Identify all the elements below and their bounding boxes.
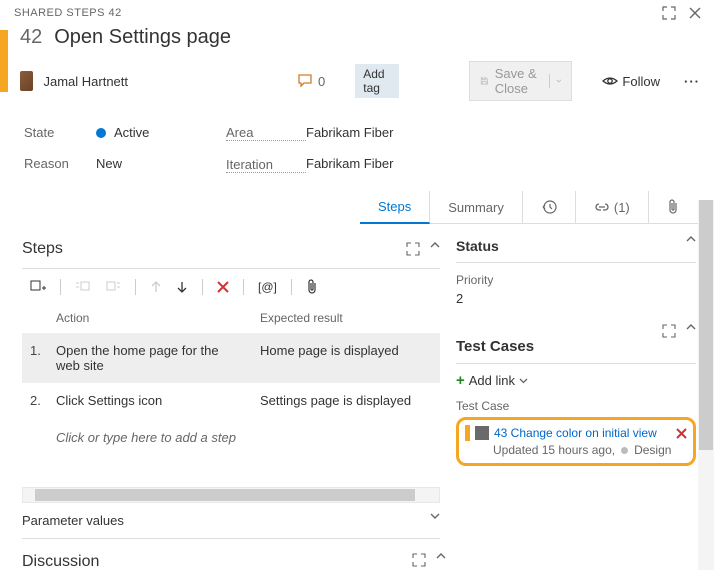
col-expected: Expected result [260, 311, 343, 325]
tab-steps[interactable]: Steps [360, 191, 430, 224]
priority-label: Priority [456, 263, 696, 287]
add-tag-button[interactable]: Add tag [355, 64, 399, 98]
step-expected[interactable]: Settings page is displayed [260, 393, 432, 408]
work-item-title[interactable]: Open Settings page [54, 26, 231, 49]
discussion-expand-icon[interactable] [412, 553, 426, 571]
add-link-button[interactable]: + Add link [456, 364, 696, 397]
chevron-down-icon [556, 78, 562, 84]
step-row[interactable]: 1. Open the home page for the web site H… [22, 333, 440, 383]
status-title: Status [456, 236, 499, 254]
tab-history[interactable] [523, 191, 576, 223]
avatar [20, 71, 33, 91]
assigned-to[interactable]: Jamal Hartnett [43, 74, 128, 89]
test-case-label: Test Case [456, 397, 696, 413]
parameter-values-title: Parameter values [22, 513, 124, 528]
step-number: 2. [30, 393, 56, 408]
steps-title: Steps [22, 240, 63, 258]
tab-links[interactable]: (1) [576, 191, 649, 223]
state-label: State [24, 125, 96, 140]
iteration-label: Iteration [226, 157, 306, 173]
work-item-id: 42 [20, 26, 42, 49]
save-close-label: Save & Close [495, 66, 544, 96]
follow-label: Follow [622, 74, 660, 89]
test-case-item[interactable]: 43 Change color on initial view Updated … [456, 417, 696, 466]
horizontal-scrollbar[interactable] [22, 487, 440, 503]
expand-icon[interactable] [406, 242, 420, 256]
test-case-icon [475, 426, 489, 440]
plus-icon: + [456, 372, 465, 389]
tc-collapse-icon[interactable] [686, 324, 696, 355]
step-expected[interactable]: Home page is displayed [260, 343, 432, 373]
test-case-state: Design [634, 443, 671, 457]
title-row: 42 Open Settings page [0, 24, 714, 57]
attach-icon[interactable] [306, 279, 318, 295]
test-case-link[interactable]: 43 Change color on initial view [494, 426, 657, 440]
vertical-scrollbar[interactable] [698, 200, 714, 570]
insert-before-icon[interactable] [75, 280, 91, 294]
tab-summary[interactable]: Summary [430, 191, 523, 223]
discussion-title: Discussion [22, 553, 99, 571]
insert-step-icon[interactable] [30, 280, 46, 294]
col-action: Action [56, 311, 260, 325]
area-value[interactable]: Fabrikam Fiber [306, 125, 393, 140]
state-value[interactable]: Active [96, 125, 226, 140]
discussion-count-value: 0 [318, 74, 325, 89]
status-collapse-icon[interactable] [686, 236, 696, 254]
discussion-collapse-icon[interactable] [436, 553, 446, 571]
save-close-button[interactable]: Save & Close [469, 61, 572, 101]
test-case-updated: Updated 15 hours ago, [493, 443, 615, 457]
iteration-value[interactable]: Fabrikam Fiber [306, 156, 393, 171]
move-down-icon[interactable] [176, 280, 188, 294]
step-row[interactable]: 2. Click Settings icon Settings page is … [22, 383, 440, 418]
add-link-label: Add link [469, 373, 515, 388]
delete-step-icon[interactable] [217, 281, 229, 293]
test-cases-title: Test Cases [456, 324, 534, 355]
work-item-type: SHARED STEPS 42 [14, 7, 122, 19]
area-label: Area [226, 125, 306, 141]
more-menu-icon[interactable]: ··· [684, 74, 700, 89]
remove-link-icon[interactable] [676, 428, 687, 439]
collapse-icon[interactable] [430, 242, 440, 256]
reason-value[interactable]: New [96, 156, 226, 171]
tc-color-bar [465, 425, 470, 441]
follow-button[interactable]: Follow [602, 74, 660, 89]
close-icon[interactable] [688, 6, 702, 20]
discussion-count[interactable]: 0 [298, 74, 325, 89]
step-action[interactable]: Click Settings icon [56, 393, 260, 408]
links-count: (1) [614, 200, 630, 215]
param-icon[interactable]: [@] [258, 280, 277, 294]
fullscreen-icon[interactable] [662, 6, 676, 20]
param-collapse-icon[interactable] [430, 513, 440, 528]
add-step-placeholder[interactable]: Click or type here to add a step [22, 418, 440, 457]
insert-after-icon[interactable] [105, 280, 121, 294]
state-dot-icon [96, 128, 106, 138]
move-up-icon[interactable] [150, 280, 162, 294]
reason-label: Reason [24, 156, 96, 171]
chevron-down-icon [519, 378, 528, 384]
priority-value[interactable]: 2 [456, 287, 696, 306]
tab-attachments[interactable] [649, 191, 697, 223]
state-dot-icon [621, 447, 628, 454]
step-action[interactable]: Open the home page for the web site [56, 343, 260, 373]
tc-expand-icon[interactable] [662, 324, 676, 355]
step-number: 1. [30, 343, 56, 373]
